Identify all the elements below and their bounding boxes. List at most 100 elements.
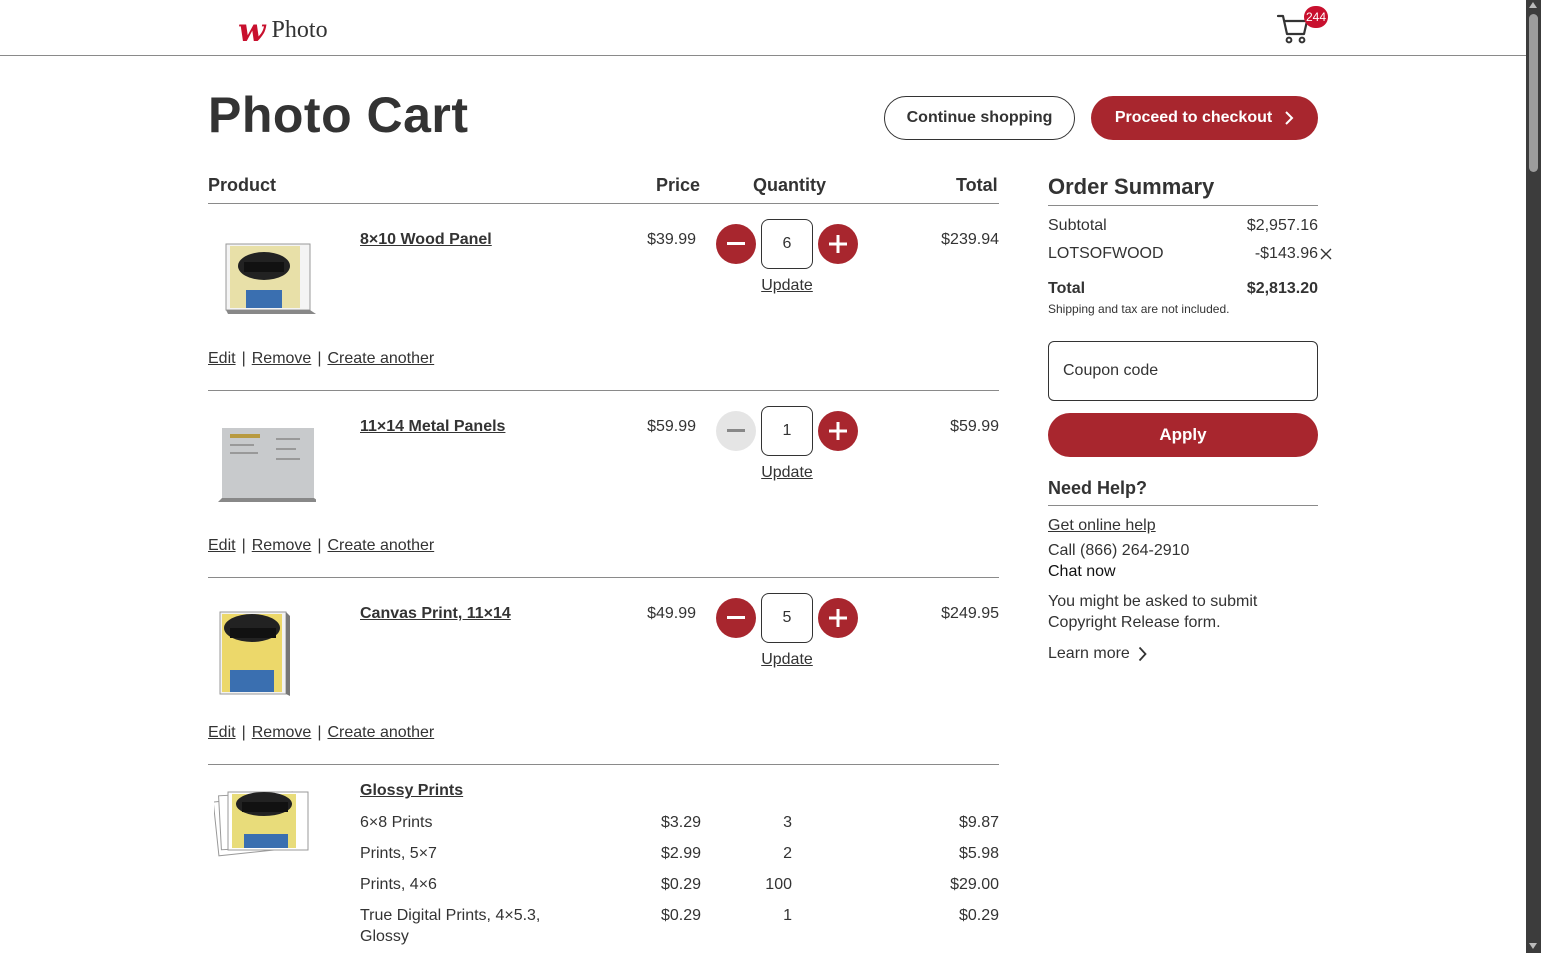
learn-more-label: Learn more [1048, 645, 1130, 662]
quantity-value: 3 [783, 814, 792, 831]
separator: | [317, 724, 322, 741]
scrollbar[interactable] [1526, 0, 1541, 953]
checkout-label: Proceed to checkout [1114, 109, 1273, 126]
copyright-note-cont: Copyright Release form. [1048, 614, 1221, 631]
item-actions: Edit | Remove | Create another [208, 350, 434, 368]
plus-icon [829, 422, 847, 440]
column-header-quantity: Quantity [753, 175, 827, 195]
metal-panel-thumbnail[interactable] [216, 418, 316, 518]
line-total: $5.98 [958, 845, 999, 862]
remove-link[interactable]: Remove [252, 724, 312, 742]
item-actions: Edit | Remove | Create another [208, 537, 434, 555]
edit-link[interactable]: Edit [208, 537, 236, 555]
separator: | [241, 724, 246, 741]
unit-price: $59.99 [647, 418, 696, 435]
update-quantity-link[interactable]: Update [757, 651, 817, 669]
product-name-link[interactable]: Canvas Print, 11×14 [360, 605, 511, 623]
continue-shopping-button[interactable]: Continue shopping [884, 96, 1075, 140]
divider [1048, 205, 1318, 206]
top-bar: w Photo 244 [0, 0, 1526, 56]
increase-quantity-button[interactable] [818, 411, 858, 451]
order-summary-title: Order Summary [1048, 174, 1215, 199]
product-name-link[interactable]: 8×10 Wood Panel [360, 231, 492, 249]
proceed-to-checkout-button[interactable]: Proceed to checkout [1091, 96, 1318, 140]
cart-button[interactable]: 244 [1276, 6, 1332, 44]
update-quantity-link[interactable]: Update [757, 464, 817, 482]
remove-link[interactable]: Remove [252, 537, 312, 555]
chat-now-link[interactable]: Chat now [1048, 563, 1116, 581]
decrease-quantity-button[interactable] [716, 411, 756, 451]
quantity-input[interactable] [761, 406, 813, 456]
total-label: Total [1048, 280, 1086, 297]
unit-price: $0.29 [660, 907, 701, 924]
shipping-tax-note: Shipping and tax are not included. [1048, 302, 1230, 316]
column-header-price: Price [656, 175, 701, 195]
increase-quantity-button[interactable] [818, 224, 858, 264]
unit-price: $2.99 [660, 845, 701, 862]
cart-count-badge: 244 [1304, 6, 1328, 28]
separator: | [317, 350, 322, 367]
minus-icon [727, 242, 745, 245]
item-actions: Edit | Remove | Create another [208, 724, 434, 742]
learn-more-link[interactable]: Learn more [1048, 645, 1147, 663]
plus-icon [829, 235, 847, 253]
quantity-value: 1 [783, 907, 792, 924]
applied-coupon-code: LOTSOFWOOD [1048, 245, 1164, 262]
divider [208, 390, 999, 391]
chevron-right-icon [1285, 111, 1294, 125]
chevron-right-icon [1138, 646, 1147, 662]
line-total: $9.87 [958, 814, 999, 831]
increase-quantity-button[interactable] [818, 598, 858, 638]
print-size-name: Prints, 5×7 [360, 845, 437, 862]
product-name-link[interactable]: 11×14 Metal Panels [360, 418, 505, 436]
logo-text: Photo [271, 16, 328, 43]
product-name-link[interactable]: Glossy Prints [360, 782, 463, 800]
scroll-down-arrow[interactable] [1529, 943, 1537, 949]
glossy-prints-thumbnail[interactable] [214, 782, 314, 882]
print-size-name: 6×8 Prints [360, 814, 433, 831]
create-another-link[interactable]: Create another [327, 350, 434, 368]
unit-price: $3.29 [660, 814, 701, 831]
remove-coupon-close-icon[interactable] [1320, 248, 1332, 260]
line-total: $59.99 [950, 418, 999, 435]
scroll-up-arrow[interactable] [1529, 2, 1537, 8]
coupon-discount-value: -$143.96 [1254, 245, 1318, 262]
online-help-link[interactable]: Get online help [1048, 517, 1156, 535]
line-total: $0.29 [958, 907, 999, 924]
need-help-title: Need Help? [1048, 478, 1148, 498]
minus-icon [727, 616, 745, 619]
divider [1048, 505, 1318, 506]
print-size-name: Prints, 4×6 [360, 876, 437, 893]
print-size-name: True Digital Prints, 4×5.3, [360, 907, 541, 924]
coupon-code-input[interactable] [1048, 341, 1318, 401]
line-total: $29.00 [950, 876, 999, 893]
divider [208, 764, 999, 765]
subtotal-label: Subtotal [1048, 217, 1107, 234]
divider [208, 577, 999, 578]
quantity-value: 100 [765, 876, 792, 893]
create-another-link[interactable]: Create another [327, 537, 434, 555]
line-total: $249.95 [941, 605, 999, 622]
create-another-link[interactable]: Create another [327, 724, 434, 742]
line-total: $239.94 [941, 231, 999, 248]
canvas-print-thumbnail[interactable] [216, 606, 316, 706]
call-phone-text: Call (866) 264-2910 [1048, 542, 1190, 559]
scroll-thumb[interactable] [1529, 14, 1538, 172]
update-quantity-link[interactable]: Update [757, 277, 817, 295]
decrease-quantity-button[interactable] [716, 598, 756, 638]
wood-panel-thumbnail[interactable] [216, 232, 316, 332]
walgreens-photo-logo[interactable]: w Photo [238, 14, 328, 46]
edit-link[interactable]: Edit [208, 724, 236, 742]
decrease-quantity-button[interactable] [716, 224, 756, 264]
quantity-input[interactable] [761, 219, 813, 269]
divider [208, 203, 999, 204]
total-value: $2,813.20 [1246, 280, 1318, 297]
walgreens-logo-mark: w [238, 11, 266, 49]
apply-coupon-button[interactable]: Apply [1048, 413, 1318, 457]
remove-link[interactable]: Remove [252, 350, 312, 368]
unit-price: $49.99 [647, 605, 696, 622]
quantity-input[interactable] [761, 593, 813, 643]
edit-link[interactable]: Edit [208, 350, 236, 368]
unit-price: $0.29 [660, 876, 701, 893]
quantity-value: 2 [783, 845, 792, 862]
